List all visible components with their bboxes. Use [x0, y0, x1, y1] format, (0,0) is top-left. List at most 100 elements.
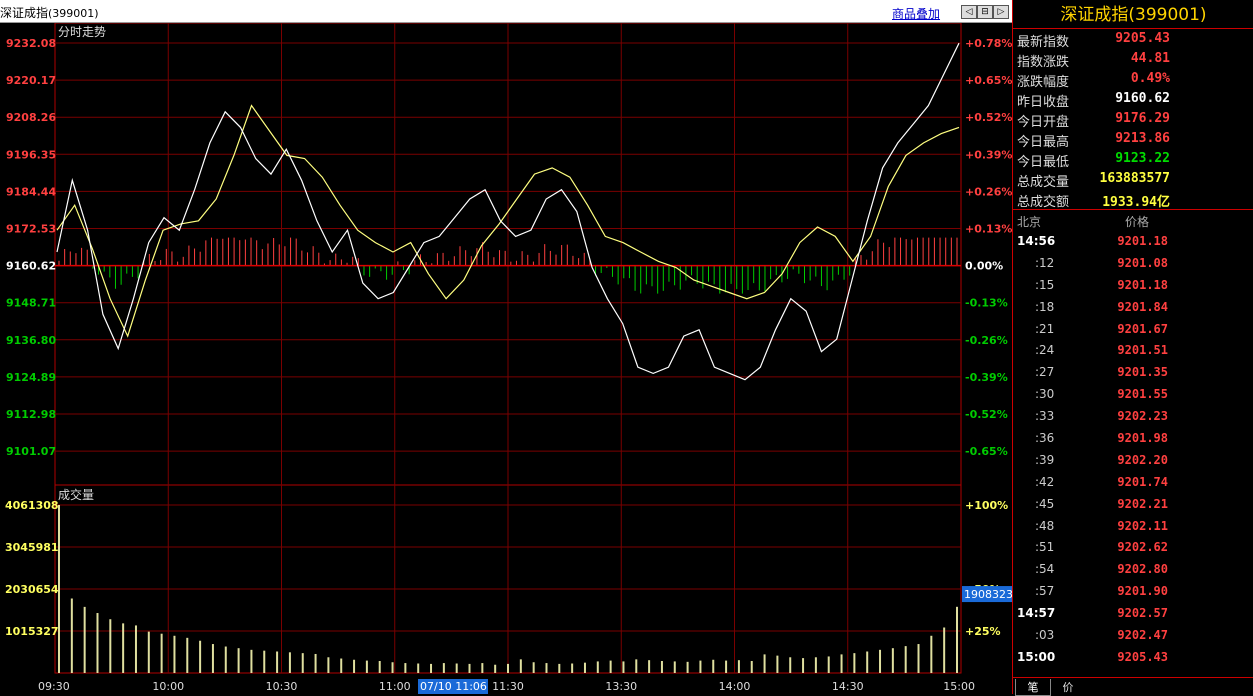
volume-tick-label: 4061308 [5, 499, 59, 512]
tick-price: 9201.18 [1117, 277, 1168, 292]
tick-row[interactable]: :18 9201.84 [1013, 296, 1253, 318]
nav-prev-button[interactable]: ◁ [961, 5, 977, 19]
pct-tick-label: -0.65% [965, 445, 1008, 458]
tick-row[interactable]: :39 9202.20 [1013, 449, 1253, 471]
pct-tick-label: +0.52% [965, 111, 1012, 124]
tick-price: 9201.35 [1117, 365, 1168, 380]
tick-row[interactable]: 15:00 9205.43 [1013, 646, 1253, 668]
x-tick-label: 10:30 [266, 680, 298, 693]
tick-price: 9202.21 [1117, 496, 1168, 511]
quote-title: 深证成指(399001) [1013, 0, 1253, 29]
tick-time: :21 [1035, 321, 1055, 336]
tick-list[interactable]: 14:56 9201.18:12 9201.08 :15 9201.18 :18 9201.… [1013, 230, 1253, 668]
tick-price: 9201.18 [1117, 234, 1168, 248]
tick-row[interactable]: :27 9201.35 [1013, 361, 1253, 383]
tick-time: :51 [1035, 540, 1055, 555]
tick-time: :18 [1035, 299, 1055, 314]
tick-row[interactable]: :03 9202.47 [1013, 624, 1253, 646]
quote-row: 最新指数 9205.43 [1013, 29, 1253, 50]
cursor-time-label: 07/10 11:06 [420, 680, 487, 693]
y-tick-label: 9172.53 [6, 223, 56, 236]
quote-value: 9213.86 [1115, 131, 1170, 146]
y-tick-label: 9101.07 [6, 445, 56, 458]
tick-price: 9202.80 [1117, 562, 1168, 577]
tick-row[interactable]: :15 9201.18 [1013, 274, 1253, 296]
quote-value: 1933.94亿 [1102, 195, 1170, 210]
volume-current-label: 1908323 [964, 588, 1012, 601]
tick-row[interactable]: :33 9202.23 [1013, 405, 1253, 427]
quote-value: 163883577 [1099, 171, 1170, 186]
nav-next-button[interactable]: ▷ [993, 5, 1009, 19]
tick-row[interactable]: :36 9201.98 [1013, 427, 1253, 449]
tick-row[interactable]: :45 9202.21 [1013, 493, 1253, 515]
tick-time: :39 [1035, 452, 1055, 467]
tick-time: :57 [1035, 584, 1055, 599]
tick-row[interactable]: 14:56 9201.18 [1013, 230, 1253, 252]
intraday-chart[interactable]: 分时走势成交量 9232.08 +0.78% 9220.17 +0.65% 9208.26… [0, 23, 1012, 694]
quote-value: 9205.43 [1115, 31, 1170, 46]
pct-tick-label: +0.65% [965, 74, 1012, 87]
overlay-commodity-link[interactable]: 商品叠加 [892, 5, 940, 22]
tab-trades[interactable]: 笔 [1015, 679, 1051, 696]
quote-label: 总成交额 [1017, 195, 1070, 210]
tick-row[interactable]: :54 9202.80 [1013, 558, 1253, 580]
tab-price[interactable]: 价 [1051, 679, 1085, 695]
tick-price: 9201.84 [1117, 299, 1168, 314]
pct-tick-label: -0.13% [965, 297, 1008, 310]
quote-row: 总成交额 1933.94亿 [1013, 189, 1253, 210]
tick-price: 9201.67 [1117, 321, 1168, 336]
tick-row[interactable]: :48 9202.11 [1013, 515, 1253, 537]
quote-row: 今日最低 9123.22 [1013, 149, 1253, 170]
tick-price: 9202.23 [1117, 409, 1168, 424]
quote-label: 今日开盘 [1017, 115, 1070, 130]
tick-row[interactable]: 14:57 9202.57 [1013, 602, 1253, 624]
tick-row[interactable]: :12 9201.08 [1013, 252, 1253, 274]
x-tick-label: 15:00 [943, 680, 975, 693]
tick-time: :36 [1035, 431, 1055, 446]
tick-row[interactable]: :57 9201.90 [1013, 580, 1253, 602]
pct-tick-label: 0.00% [965, 260, 1003, 273]
x-tick-label: 13:30 [605, 680, 637, 693]
quote-value: 9176.29 [1115, 111, 1170, 126]
tick-row[interactable]: :42 9201.74 [1013, 471, 1253, 493]
tick-header-price: 价格 [1125, 215, 1150, 229]
quote-row: 指数涨跌 44.81 [1013, 49, 1253, 70]
tick-row[interactable]: :30 9201.55 [1013, 383, 1253, 405]
pct-tick-label: +0.78% [965, 37, 1012, 50]
y-tick-label: 9184.44 [6, 185, 56, 198]
nav-fit-button[interactable]: ⊟ [977, 5, 993, 19]
tick-row[interactable]: :21 9201.67 [1013, 318, 1253, 340]
x-tick-label: 09:30 [38, 680, 70, 693]
pct-tick-label: +0.26% [965, 185, 1012, 198]
quote-label: 指数涨跌 [1017, 55, 1070, 70]
x-tick-label: 10:00 [152, 680, 184, 693]
tick-price: 9205.43 [1117, 649, 1168, 664]
tick-price: 9201.08 [1117, 255, 1168, 270]
y-tick-label: 9208.26 [6, 111, 56, 124]
tick-time: 14:57 [1017, 606, 1056, 621]
tick-price: 9201.74 [1117, 474, 1168, 489]
y-tick-label: 9124.89 [6, 371, 56, 384]
tick-tabs: 笔 价 [1013, 677, 1253, 696]
quote-label: 今日最高 [1017, 135, 1070, 150]
pct-tick-label: +0.39% [965, 148, 1012, 161]
tick-row[interactable]: :51 9202.62 [1013, 536, 1253, 558]
pct-tick-label: -0.39% [965, 371, 1008, 384]
quote-label: 今日最低 [1017, 155, 1070, 170]
x-tick-label: 14:30 [832, 680, 864, 693]
y-tick-label: 9160.62 [6, 260, 56, 273]
tick-time: :33 [1035, 409, 1055, 424]
tick-price: 9201.98 [1117, 431, 1168, 446]
tick-row[interactable]: :24 9201.51 [1013, 339, 1253, 361]
quote-row: 今日最高 9213.86 [1013, 129, 1253, 150]
tick-price: 9201.90 [1117, 584, 1168, 599]
quote-value: 44.81 [1130, 51, 1170, 66]
x-tick-label: 11:30 [492, 680, 524, 693]
tick-price: 9201.55 [1117, 387, 1168, 402]
tick-time: :42 [1035, 474, 1055, 489]
quote-label: 总成交量 [1017, 175, 1070, 190]
tick-time: :54 [1035, 562, 1055, 577]
tick-time: :30 [1035, 387, 1055, 402]
quote-row: 今日开盘 9176.29 [1013, 109, 1253, 130]
tick-time: :15 [1035, 277, 1055, 292]
